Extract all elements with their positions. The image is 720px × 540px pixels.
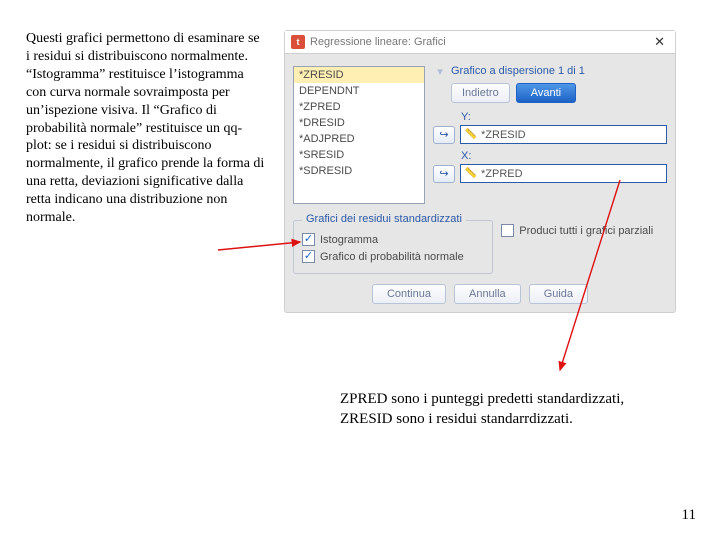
scatter-counter: ▾ Grafico a dispersione 1 di 1 [433, 64, 667, 78]
partial-plots-area: Produci tutti i grafici parziali [501, 214, 667, 274]
list-item[interactable]: *ADJPRED [294, 131, 424, 147]
x-value: *ZPRED [481, 168, 523, 180]
bottom-line-2: ZRESID sono i residui standarrdizzati. [340, 410, 680, 430]
list-item[interactable]: *SRESID [294, 147, 424, 163]
y-value: *ZRESID [481, 129, 526, 141]
scatter-panel: ▾ Grafico a dispersione 1 di 1 Indietro … [433, 64, 667, 189]
window-title: Regressione lineare: Grafici [310, 36, 650, 48]
spss-dialog: t Regressione lineare: Grafici ✕ *ZRESID… [284, 30, 676, 313]
continue-button[interactable]: Continua [372, 284, 446, 304]
back-button[interactable]: Indietro [451, 83, 510, 103]
partial-plots-label: Produci tutti i grafici parziali [519, 225, 653, 237]
histogram-checkbox[interactable]: Istogramma [302, 233, 484, 246]
page-number: 11 [682, 507, 696, 524]
x-field-row: X: ↪ 📏 *ZPRED [433, 150, 667, 183]
checkbox-icon [302, 233, 315, 246]
variable-listbox[interactable]: *ZRESID DEPENDNT *ZPRED *DRESID *ADJPRED… [293, 66, 425, 204]
bottom-line-1: ZPRED sono i punteggi predetti standardi… [340, 390, 680, 410]
bottom-caption: ZPRED sono i punteggi predetti standardi… [340, 390, 680, 429]
group-legend: Grafici dei residui standardizzati [302, 213, 466, 225]
dialog-body: *ZRESID DEPENDNT *ZPRED *DRESID *ADJPRED… [285, 54, 675, 312]
move-to-y-button[interactable]: ↪ [433, 126, 455, 144]
y-label: Y: [461, 111, 477, 123]
explanatory-paragraph: Questi grafici permettono di esaminare s… [26, 30, 266, 227]
scatter-label: Grafico a dispersione 1 di 1 [451, 65, 585, 77]
qqplot-label: Grafico di probabilità normale [320, 251, 464, 263]
partial-plots-checkbox[interactable]: Produci tutti i grafici parziali [501, 224, 667, 237]
x-label: X: [461, 150, 477, 162]
x-field[interactable]: 📏 *ZPRED [460, 164, 667, 183]
y-field-row: Y: ↪ 📏 *ZRESID [433, 111, 667, 144]
move-to-x-button[interactable]: ↪ [433, 165, 455, 183]
list-item[interactable]: *ZRESID [294, 67, 424, 83]
next-button[interactable]: Avanti [516, 83, 576, 103]
qqplot-checkbox[interactable]: Grafico di probabilità normale [302, 250, 484, 263]
residual-plots-group: Grafici dei residui standardizzati Istog… [293, 220, 493, 274]
close-icon[interactable]: ✕ [650, 34, 669, 50]
app-icon: t [291, 35, 305, 49]
checkbox-icon [302, 250, 315, 263]
scale-icon: 📏 [465, 168, 477, 180]
checkbox-icon [501, 224, 514, 237]
list-item[interactable]: *SDRESID [294, 163, 424, 179]
scale-icon: 📏 [465, 129, 477, 141]
list-item[interactable]: DEPENDNT [294, 83, 424, 99]
cancel-button[interactable]: Annulla [454, 284, 521, 304]
collapse-icon: ▾ [433, 64, 447, 78]
titlebar: t Regressione lineare: Grafici ✕ [285, 31, 675, 54]
list-item[interactable]: *ZPRED [294, 99, 424, 115]
dialog-buttons: Continua Annulla Guida [293, 284, 667, 304]
help-button[interactable]: Guida [529, 284, 588, 304]
histogram-label: Istogramma [320, 234, 378, 246]
y-field[interactable]: 📏 *ZRESID [460, 125, 667, 144]
list-item[interactable]: *DRESID [294, 115, 424, 131]
